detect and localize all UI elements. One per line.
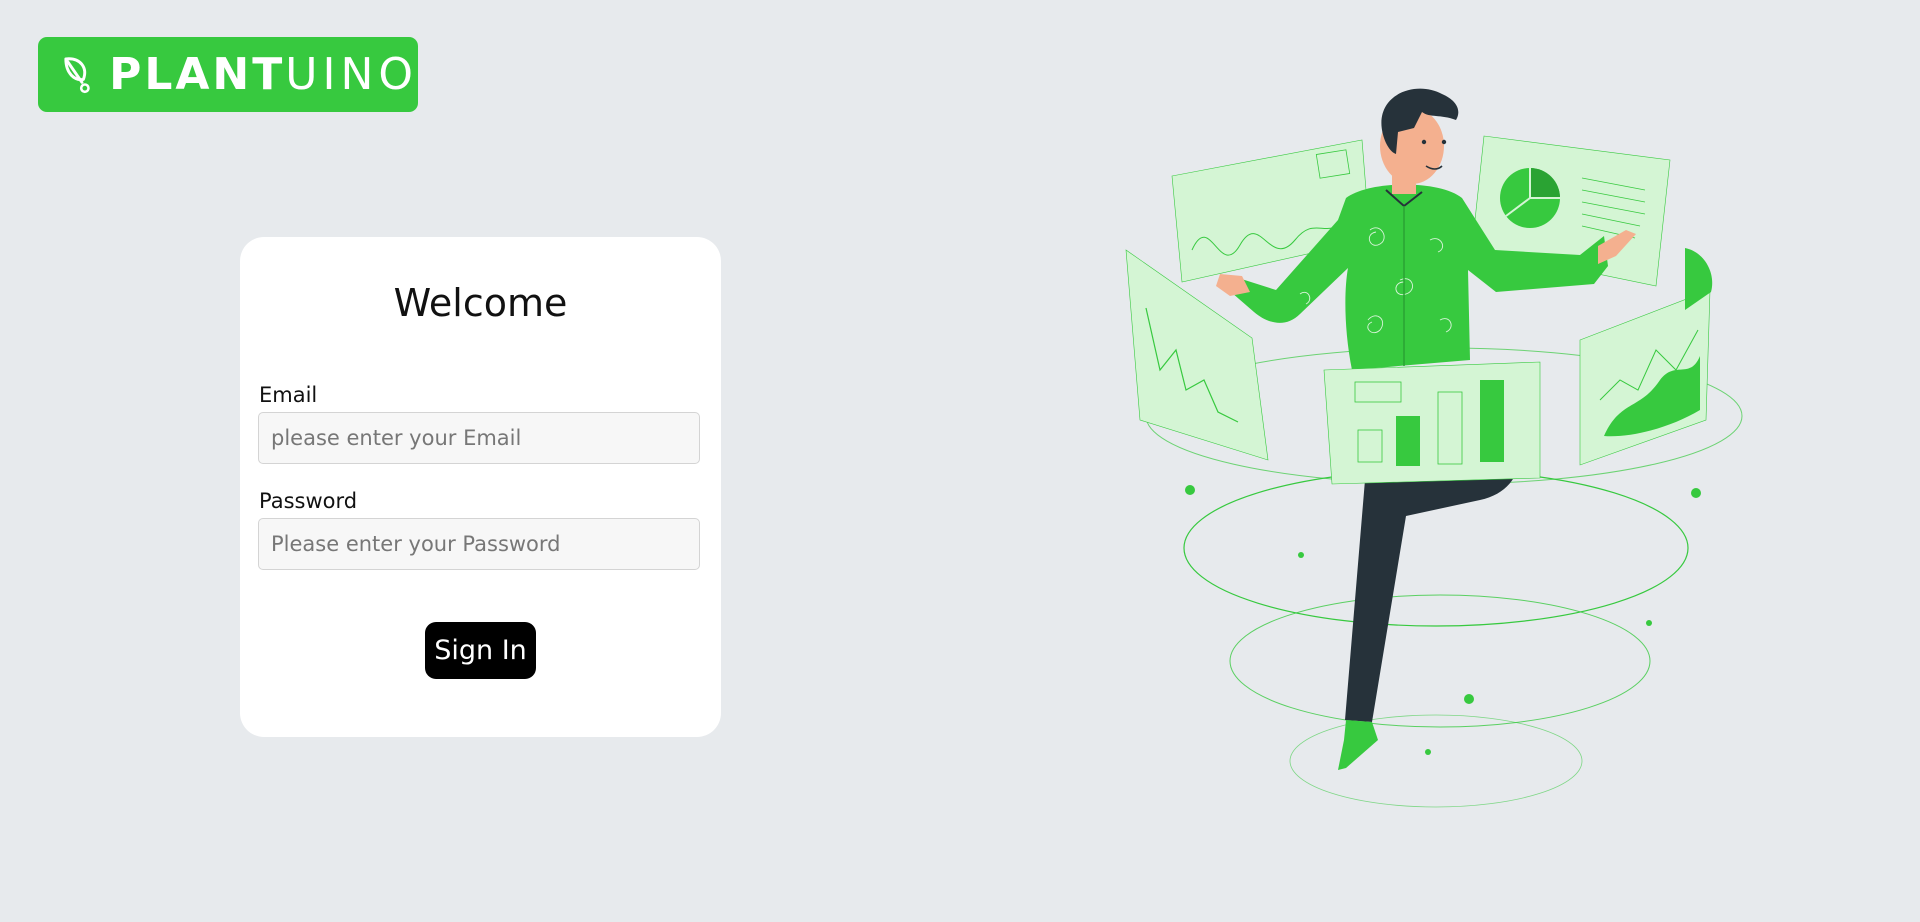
email-field[interactable] (258, 412, 700, 464)
brand-logo: PLANT UINO (38, 37, 418, 112)
dot (1185, 485, 1195, 495)
dot (1298, 552, 1304, 558)
bar-chart-panel (1323, 361, 1541, 485)
brand-name-light: UINO (285, 48, 418, 100)
password-label: Password (259, 489, 358, 513)
orbit-ring (1229, 594, 1651, 728)
login-card: Welcome Email Password Sign In (240, 237, 721, 737)
shoe-icon (1338, 720, 1378, 770)
dot (1646, 620, 1652, 626)
sign-in-button[interactable]: Sign In (425, 622, 536, 679)
brand-name: PLANT UINO (109, 48, 418, 100)
password-field[interactable] (258, 518, 700, 570)
orbit-ring (1289, 714, 1583, 808)
leaf-icon (64, 56, 90, 93)
brand-name-bold: PLANT (109, 48, 286, 100)
email-label: Email (259, 383, 318, 407)
man-with-plant-dashboards-illustration (1125, 88, 1743, 808)
dot (1691, 488, 1701, 498)
dot (1464, 694, 1474, 704)
page-title: Welcome (393, 281, 568, 325)
man-left-hand (1216, 274, 1250, 296)
dot (1425, 749, 1431, 755)
